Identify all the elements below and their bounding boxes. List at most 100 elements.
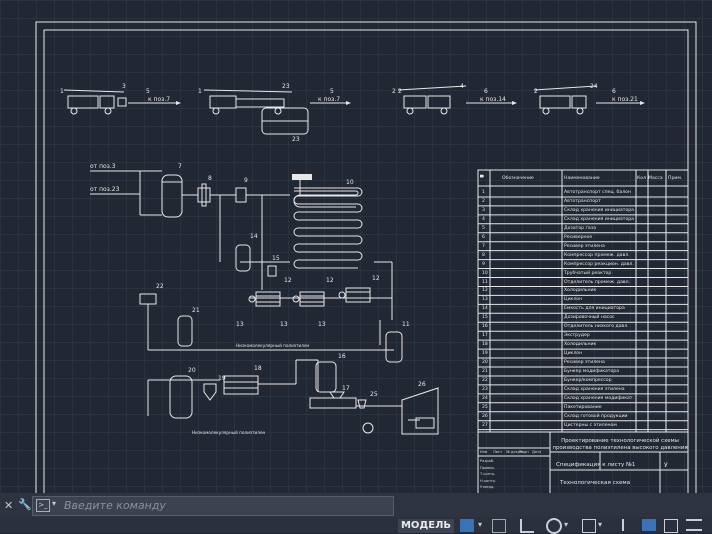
row-name: Склад хранения инициатора: [564, 216, 634, 222]
packing-25: [357, 399, 374, 434]
otrack-icon[interactable]: [622, 519, 634, 531]
titleblock-small-label: Т.контр.: [480, 472, 496, 476]
row-name: Холодильник: [564, 342, 597, 348]
close-icon[interactable]: ✕: [4, 499, 13, 512]
lineweight-icon[interactable]: [642, 519, 656, 531]
row-name: Цистерны с этиленом: [564, 422, 617, 428]
spec-table-header: ▀ Обозначение Наименование Кол Масса При…: [478, 174, 688, 184]
row-name: Дозатор газа: [564, 225, 597, 231]
top-label-3: к поз.14: [480, 96, 506, 103]
row-position: 4: [482, 216, 485, 222]
row-position: 5: [482, 225, 485, 231]
table-row: 1 Автотранспорт спец. балон: [478, 188, 688, 197]
row-name: Ресивер этилена: [564, 243, 605, 249]
inlet-label-2: от поз.23: [90, 186, 120, 193]
row-position: 20: [482, 360, 488, 366]
ortho-icon[interactable]: [520, 519, 534, 533]
table-row: 26 Склад готовой продукции: [478, 412, 688, 421]
header-designation: Обозначение: [502, 176, 534, 181]
row-position: 1: [482, 190, 485, 195]
row-position: 26: [482, 413, 488, 419]
row-position: 10: [482, 270, 488, 276]
row-name: Склад хранения инициатора: [564, 207, 634, 213]
row-name: Склад хранения этилена: [564, 386, 625, 392]
header-mark-icon: ▀: [480, 176, 484, 181]
vessel-14: [235, 244, 251, 272]
top-num: 6: [612, 88, 616, 95]
vessel-7: [161, 174, 183, 218]
table-row: 10 Трубчатый реактор: [478, 269, 688, 278]
top-label-2: к поз.7: [318, 96, 340, 103]
row-position: 12: [482, 288, 488, 294]
pump-15: [267, 265, 277, 277]
row-name: Склад готовой продукции: [564, 413, 628, 419]
equip-number: 15: [272, 255, 280, 262]
row-position: 27: [482, 422, 488, 428]
equip-number: 16: [338, 353, 346, 360]
equip-number: 14: [250, 233, 258, 240]
equip-number: 18: [254, 365, 262, 372]
table-row: 24 Склад хранения модификат.: [478, 394, 688, 403]
table-row: 12 Холодильник: [478, 286, 688, 295]
row-position: 15: [482, 315, 488, 321]
isolate-icon[interactable]: [664, 519, 678, 533]
row-name: Ресиверное: [564, 234, 593, 240]
polar-icon[interactable]: [546, 518, 562, 534]
polar-dropdown-icon[interactable]: ▾: [564, 520, 568, 529]
header-note: Прим.: [668, 176, 683, 181]
model-tab[interactable]: МОДЕЛЬ: [398, 519, 454, 533]
table-row: 20 Ресивер этилена: [478, 358, 688, 367]
table-row: 5 Дозатор газа: [478, 224, 688, 233]
row-position: 23: [482, 386, 488, 392]
table-row: 13 Циклон: [478, 295, 688, 304]
table-row: 11 Отделитель промеж. давл.: [478, 278, 688, 287]
equip-number: 21: [192, 307, 200, 314]
row-name: Автотранспорт спец. балон: [564, 190, 631, 195]
equip-number: 12: [372, 275, 380, 282]
table-row: 7 Ресивер этилена: [478, 242, 688, 251]
row-name: Бункер/компрессор: [564, 377, 612, 383]
osnap-icon[interactable]: [582, 519, 596, 533]
title-main: Проектирование технологической схемы про…: [552, 438, 688, 451]
equip-number: 22: [156, 283, 164, 290]
menu-icon[interactable]: [686, 519, 702, 531]
row-name: Дозировочный насос: [564, 315, 615, 321]
top-num: 2: [392, 88, 396, 95]
row-name: Склад хранения модификат.: [564, 395, 634, 401]
command-prompt-icon[interactable]: >_: [36, 499, 50, 512]
equip-number: 17: [342, 385, 350, 392]
product-label-2: Низкомолекулярный полиэтилен: [192, 430, 266, 435]
osnap-dropdown-icon[interactable]: ▾: [598, 520, 602, 529]
row-position: 11: [482, 279, 488, 285]
table-row: 21 Бункер модификатора: [478, 367, 688, 376]
row-name: Компрессор промеж. давл.: [564, 252, 630, 258]
titleblock-small-label: Дата: [532, 450, 542, 454]
header-mass: Масса: [648, 176, 663, 181]
top-label-4: к поз.21: [612, 96, 638, 103]
status-bar: [0, 517, 712, 533]
vessel-21: [177, 315, 193, 347]
row-position: 14: [482, 306, 488, 312]
top-num: 2: [398, 88, 402, 95]
titleblock-small-label: Изм: [480, 450, 488, 454]
cooler-18: [223, 375, 259, 395]
row-position: 13: [482, 297, 488, 303]
table-row: 23 Склад хранения этилена: [478, 385, 688, 394]
dropdown-arrow-icon[interactable]: ▾: [52, 499, 56, 508]
compressor-8: [197, 183, 211, 207]
command-placeholder: Введите команду: [64, 499, 166, 512]
warehouse-26: [401, 387, 439, 435]
table-row: 4 Склад хранения инициатора: [478, 215, 688, 224]
row-position: 6: [482, 234, 485, 240]
snap-icon[interactable]: [492, 519, 506, 533]
titleblock-small-label: Лист: [493, 450, 503, 454]
equip-number: 12: [284, 277, 292, 284]
table-row: 2 Автотранспорт: [478, 197, 688, 206]
table-row: 16 Отделитель низкого давл.: [478, 322, 688, 331]
grid-dropdown-icon[interactable]: ▾: [478, 520, 482, 529]
row-name: Отделитель низкого давл.: [564, 324, 629, 330]
table-row: 3 Склад хранения инициатора: [478, 206, 688, 215]
wrench-icon[interactable]: 🔧: [18, 498, 32, 511]
grid-icon[interactable]: [460, 519, 474, 532]
titleblock-small-label: Утверд.: [480, 485, 495, 489]
